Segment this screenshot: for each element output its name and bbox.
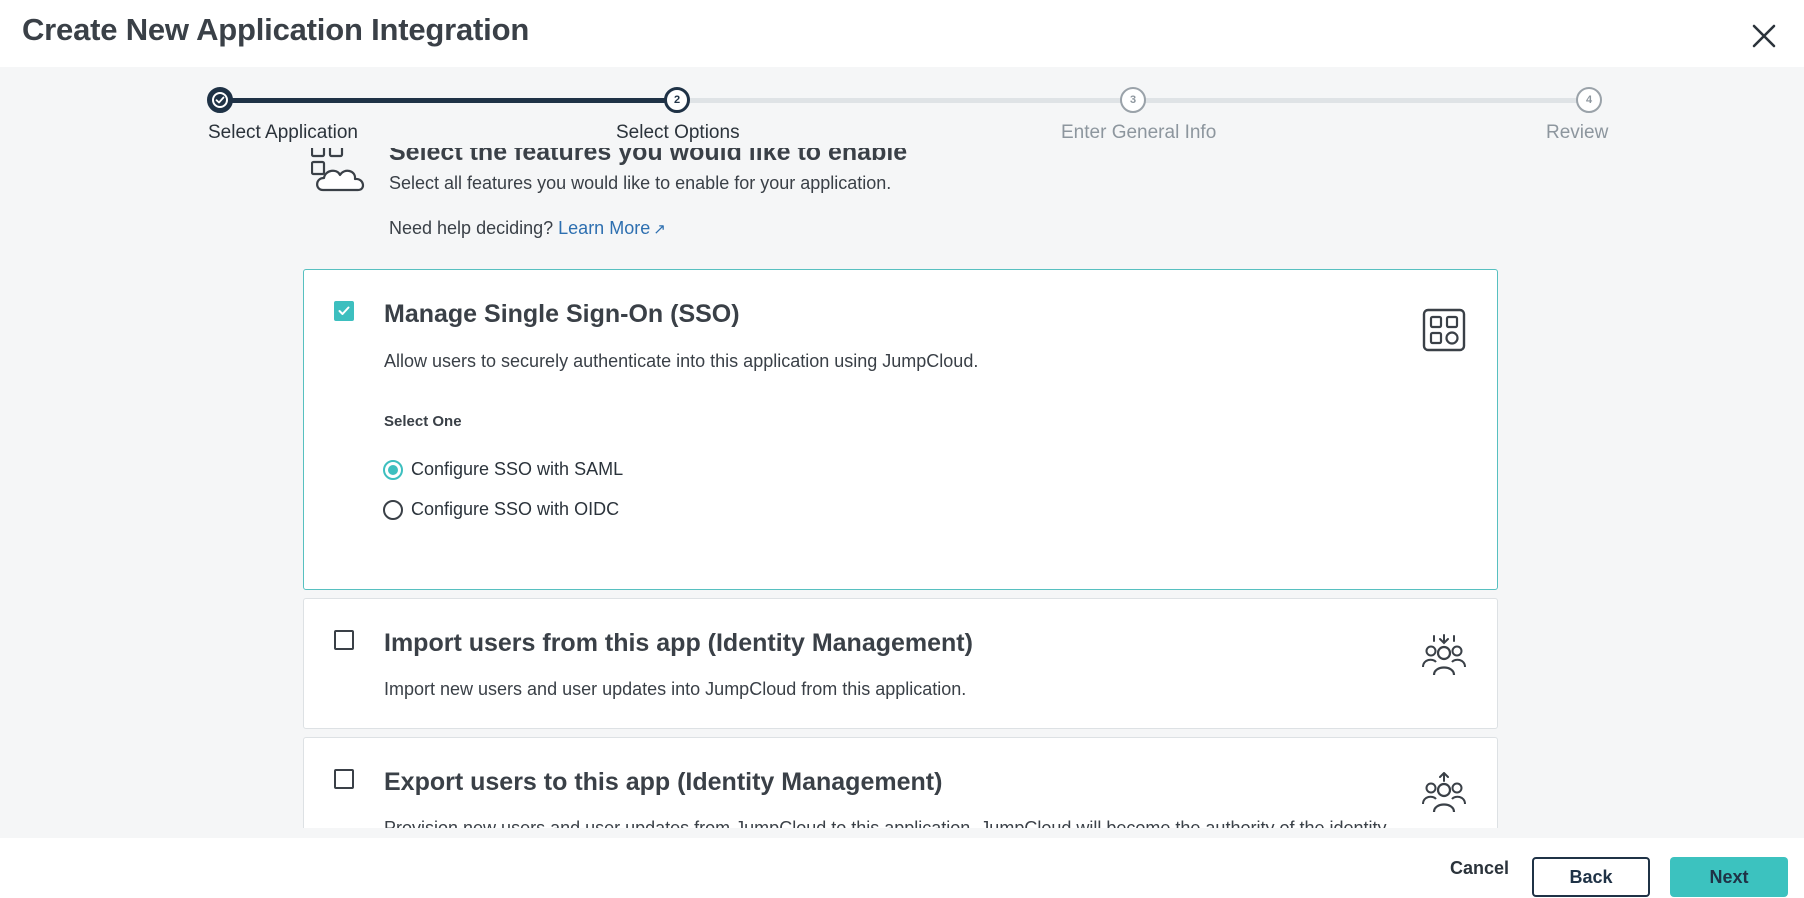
learn-more-label: Learn More [558, 218, 651, 238]
select-one-label: Select One [384, 413, 462, 430]
help-row: Need help deciding? Learn More ↗ [389, 218, 666, 239]
footer-divider [0, 828, 1804, 838]
close-icon [1752, 24, 1776, 48]
radio-button[interactable] [383, 499, 403, 520]
step-2-label: Select Options [616, 122, 740, 143]
import-title: Import users from this app (Identity Man… [384, 629, 973, 657]
sso-checkbox[interactable] [334, 301, 354, 321]
close-button[interactable] [1750, 22, 1778, 50]
radio-label: Configure SSO with OIDC [411, 499, 620, 519]
radio-button[interactable] [383, 459, 403, 480]
progress-stepper: Select Application 2 Select Options 3 En… [0, 67, 1804, 147]
stepper-track-complete [220, 98, 677, 103]
step-2-indicator: 2 [664, 87, 690, 113]
next-button[interactable]: Next [1670, 857, 1788, 897]
app-grid-icon [1422, 308, 1466, 352]
users-export-icon [1422, 772, 1466, 813]
radio-saml[interactable]: Configure SSO with SAML [383, 459, 623, 480]
step-4-indicator: 4 [1576, 87, 1602, 113]
users-import-icon [1422, 634, 1466, 676]
cancel-button[interactable]: Cancel [1440, 850, 1519, 886]
external-link-icon: ↗ [653, 221, 666, 238]
apps-cloud-icon [311, 148, 365, 192]
modal-header: Create New Application Integration [0, 0, 1804, 67]
import-description: Import new users and user updates into J… [384, 679, 967, 699]
back-button[interactable]: Back [1532, 857, 1650, 897]
step-1-label: Select Application [208, 122, 358, 143]
help-text: Need help deciding? [389, 218, 554, 238]
intro-subtitle: Select all features you would like to en… [389, 173, 892, 193]
step-3-label: Enter General Info [1061, 122, 1217, 143]
step-4-label: Review [1546, 122, 1609, 143]
feature-card-sso[interactable]: Manage Single Sign-On (SSO) Allow users … [303, 269, 1498, 590]
modal-footer: Cancel Back Next [0, 838, 1804, 898]
step-1-indicator [207, 87, 233, 113]
sso-description: Allow users to securely authenticate int… [384, 351, 979, 371]
radio-oidc[interactable]: Configure SSO with OIDC [383, 499, 619, 520]
learn-more-link[interactable]: Learn More ↗ [558, 218, 666, 238]
radio-label: Configure SSO with SAML [411, 459, 624, 479]
feature-card-import[interactable]: Import users from this app (Identity Man… [303, 598, 1498, 729]
modal-title: Create New Application Integration [22, 12, 530, 47]
export-title: Export users to this app (Identity Manag… [384, 768, 943, 796]
check-icon [338, 306, 350, 315]
check-icon [215, 96, 225, 104]
export-checkbox[interactable] [334, 769, 354, 789]
step-3-indicator: 3 [1120, 87, 1146, 113]
import-checkbox[interactable] [334, 630, 354, 650]
sso-title: Manage Single Sign-On (SSO) [384, 300, 740, 328]
